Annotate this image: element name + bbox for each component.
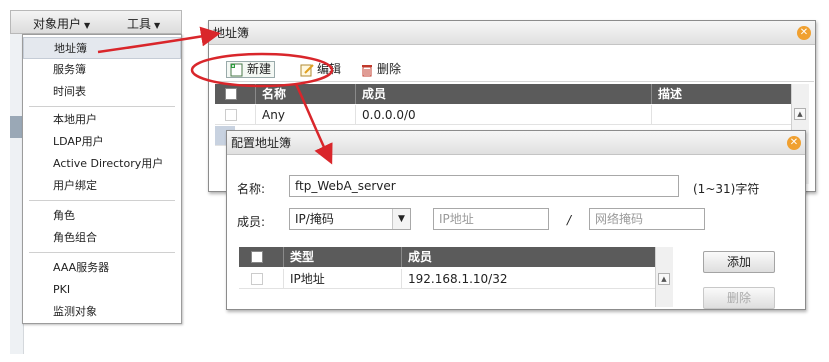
- new-button[interactable]: 新建: [226, 61, 276, 78]
- close-icon[interactable]: ✕: [797, 26, 811, 40]
- delete-button-label: 删除: [377, 62, 402, 76]
- menu-tools-label: 工具: [127, 17, 152, 31]
- menu-item-label: 本地用户: [53, 113, 97, 126]
- row-desc: [651, 105, 791, 125]
- menu-item-ldap-user[interactable]: LDAP用户: [23, 131, 181, 153]
- menu-item-pki[interactable]: PKI: [23, 279, 181, 301]
- menu-item-schedule[interactable]: 时间表: [23, 81, 181, 103]
- header-select-all[interactable]: [215, 84, 247, 104]
- delete-member-button[interactable]: 删除: [703, 287, 775, 309]
- ip-address-input[interactable]: IP地址: [433, 208, 549, 230]
- address-book-toolbar: 新建 编辑 删除: [210, 56, 814, 82]
- table-row[interactable]: Any 0.0.0.0/0: [215, 105, 791, 125]
- select-all-checkbox[interactable]: [251, 251, 263, 263]
- row-select-cell: [239, 269, 271, 289]
- delete-button[interactable]: 删除: [360, 61, 401, 78]
- member-table-header: 类型 成员: [239, 247, 673, 267]
- scroll-up-icon[interactable]: ▲: [794, 108, 806, 120]
- chevron-down-icon: ▼: [392, 209, 410, 229]
- name-field[interactable]: ftp_WebA_server: [289, 175, 679, 197]
- edit-icon: [300, 63, 314, 77]
- menu-item-user-binding[interactable]: 用户绑定: [23, 175, 181, 197]
- new-button-label: 新建: [247, 62, 272, 76]
- menu-bar: 对象用户 ▼ 工具 ▼: [10, 10, 182, 34]
- menu-item-service-book[interactable]: 服务簿: [23, 59, 181, 81]
- add-entry-icon: [230, 63, 244, 77]
- add-button-label: 添加: [726, 255, 751, 269]
- menu-item-label: 时间表: [53, 85, 86, 98]
- objects-dropdown-menu: 地址簿 服务簿 时间表 本地用户 LDAP用户 Active Directory…: [22, 34, 182, 324]
- name-value: ftp_WebA_server: [295, 179, 396, 193]
- netmask-placeholder: 网络掩码: [595, 212, 644, 226]
- caret-down-icon: ▼: [154, 21, 161, 30]
- edit-button-label: 编辑: [317, 62, 342, 76]
- member-type-select[interactable]: IP/掩码 ▼: [289, 208, 411, 230]
- column-header-type[interactable]: 类型: [283, 247, 401, 267]
- menu-item-role-combination[interactable]: 角色组合: [23, 227, 181, 249]
- header-select-all[interactable]: [239, 247, 271, 267]
- address-book-titlebar: 地址簿 ✕: [209, 21, 815, 45]
- column-header-desc[interactable]: 描述: [651, 84, 791, 104]
- menu-item-address-book[interactable]: 地址簿: [23, 37, 181, 59]
- config-dialog-titlebar: 配置地址簿 ✕: [227, 131, 805, 155]
- menu-divider: [29, 200, 175, 201]
- table-row[interactable]: IP地址 192.168.1.10/32: [239, 269, 673, 289]
- menu-item-label: PKI: [53, 283, 71, 296]
- menu-divider: [29, 252, 175, 253]
- address-table-header: 名称 成员 描述: [215, 84, 791, 104]
- menu-item-label: 角色: [53, 209, 75, 222]
- row-checkbox[interactable]: [251, 273, 263, 285]
- ip-address-placeholder: IP地址: [439, 212, 474, 226]
- row-member: 0.0.0.0/0: [355, 105, 651, 125]
- column-header-name[interactable]: 名称: [255, 84, 355, 104]
- menu-item-label: 监测对象: [53, 305, 97, 318]
- menu-item-ad-user[interactable]: Active Directory用户: [23, 153, 181, 175]
- column-header-member[interactable]: 成员: [401, 247, 673, 267]
- menu-tools[interactable]: 工具 ▼: [127, 15, 160, 32]
- menu-item-aaa-server[interactable]: AAA服务器: [23, 257, 181, 279]
- netmask-input[interactable]: 网络掩码: [589, 208, 705, 230]
- name-length-hint: (1~31)字符: [693, 182, 760, 196]
- menu-divider: [29, 106, 175, 107]
- trash-icon: [360, 63, 374, 77]
- caret-down-icon: ▼: [84, 21, 91, 30]
- menu-item-monitor-object[interactable]: 监测对象: [23, 301, 181, 323]
- row-member: 192.168.1.10/32: [401, 269, 673, 289]
- row-checkbox[interactable]: [225, 109, 237, 121]
- row-name: Any: [255, 105, 355, 125]
- menu-objects-users[interactable]: 对象用户 ▼: [33, 15, 90, 32]
- delete-member-label: 删除: [726, 291, 751, 305]
- add-button[interactable]: 添加: [703, 251, 775, 273]
- menu-item-label: Active Directory用户: [53, 157, 164, 170]
- name-label: 名称:: [237, 182, 266, 196]
- menu-item-role[interactable]: 角色: [23, 205, 181, 227]
- config-address-book-dialog: 配置地址簿 ✕ 名称: ftp_WebA_server (1~31)字符 成员:…: [226, 130, 806, 310]
- column-header-member[interactable]: 成员: [355, 84, 651, 104]
- menu-item-label: 用户绑定: [53, 179, 97, 192]
- menu-item-label: LDAP用户: [53, 135, 104, 148]
- menu-item-label: AAA服务器: [53, 261, 110, 274]
- window-title: 地址簿: [213, 26, 250, 40]
- dialog-title: 配置地址簿: [231, 136, 292, 150]
- member-label: 成员:: [237, 215, 266, 229]
- close-icon[interactable]: ✕: [787, 136, 801, 150]
- member-table-scrollbar[interactable]: ▲: [655, 247, 673, 307]
- menu-item-label: 地址簿: [54, 42, 87, 55]
- menu-item-label: 服务簿: [53, 63, 86, 76]
- row-type: IP地址: [283, 269, 401, 289]
- menu-objects-users-label: 对象用户: [33, 17, 82, 31]
- menu-item-label: 角色组合: [53, 231, 97, 244]
- scroll-up-icon[interactable]: ▲: [658, 273, 670, 285]
- slash-separator: /: [567, 213, 572, 227]
- row-select-cell: [215, 105, 247, 125]
- menu-item-local-user[interactable]: 本地用户: [23, 109, 181, 131]
- edit-button[interactable]: 编辑: [300, 61, 341, 78]
- select-all-checkbox[interactable]: [225, 88, 237, 100]
- member-type-value: IP/掩码: [295, 212, 334, 226]
